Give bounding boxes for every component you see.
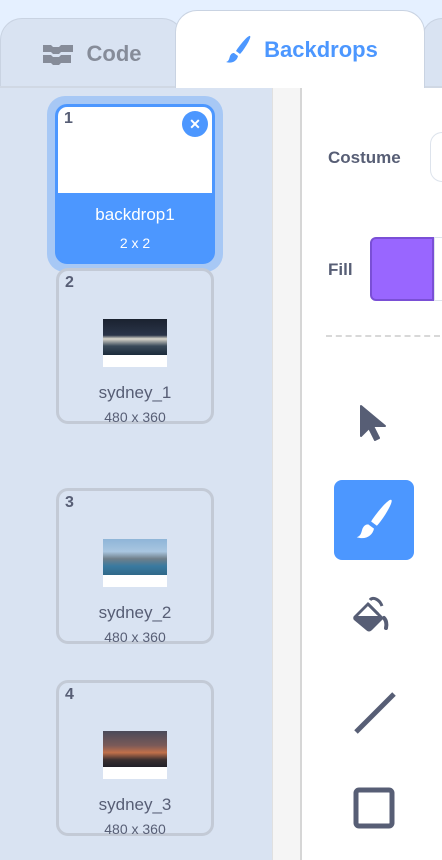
paintbrush-icon [356, 499, 392, 539]
rectangle-icon [353, 787, 395, 829]
paint-editor: Costume Fill [300, 88, 442, 860]
backdrop-name: backdrop1 [95, 205, 175, 224]
costume-name-input[interactable] [430, 132, 442, 182]
backdrop-size: 480 x 360 [104, 629, 166, 645]
backdrop-thumbnail [103, 539, 167, 587]
backdrop-item[interactable]: 3 sydney_2 480 x 360 [56, 488, 214, 645]
scroll-gutter [272, 88, 300, 860]
backdrop-thumbnail [103, 731, 167, 779]
tab-backdrops[interactable]: Backdrops [175, 10, 425, 88]
tab-sounds[interactable] [422, 18, 442, 88]
costume-label: Costume [328, 148, 401, 167]
brush-tool[interactable] [334, 480, 414, 560]
backdrop-name: sydney_2 [98, 603, 172, 622]
select-tool[interactable] [334, 384, 414, 464]
backdrop-name: sydney_3 [98, 795, 172, 814]
cursor-arrow-icon [360, 405, 386, 441]
backdrop-index: 4 [65, 686, 74, 703]
divider [326, 335, 440, 337]
tab-backdrops-label: Backdrops [264, 36, 378, 62]
backdrop-item[interactable]: 2 sydney_1 480 x 360 [56, 268, 214, 425]
backdrop-size: 2 x 2 [119, 235, 151, 251]
line-tool[interactable] [334, 672, 414, 752]
fill-label: Fill [328, 260, 353, 279]
delete-button[interactable]: ✕ [182, 111, 208, 137]
backdrop-index: 2 [65, 274, 74, 291]
rectangle-tool[interactable] [334, 768, 414, 848]
backdrop-index: 1 [64, 110, 73, 127]
backdrop-name: sydney_1 [98, 383, 172, 402]
paint-bucket-icon [353, 596, 389, 632]
fill-tool[interactable] [334, 576, 414, 656]
backdrop-size: 480 x 360 [104, 821, 166, 837]
tab-code[interactable]: Code [0, 18, 184, 88]
fill-dropdown[interactable] [434, 237, 442, 301]
close-icon: ✕ [189, 116, 201, 132]
backdrop-item[interactable]: 1 ✕ backdrop1 2 x 2 [55, 104, 215, 264]
line-icon [354, 692, 396, 734]
code-blocks-icon [42, 44, 73, 65]
backdrop-thumbnail [103, 319, 167, 367]
paintbrush-icon [226, 35, 251, 63]
tab-code-label: Code [86, 40, 142, 66]
backdrop-index: 3 [65, 494, 74, 511]
backdrop-item[interactable]: 4 sydney_3 480 x 360 [56, 680, 214, 837]
backdrop-size: 480 x 360 [104, 409, 166, 425]
fill-color-swatch[interactable] [370, 237, 434, 301]
